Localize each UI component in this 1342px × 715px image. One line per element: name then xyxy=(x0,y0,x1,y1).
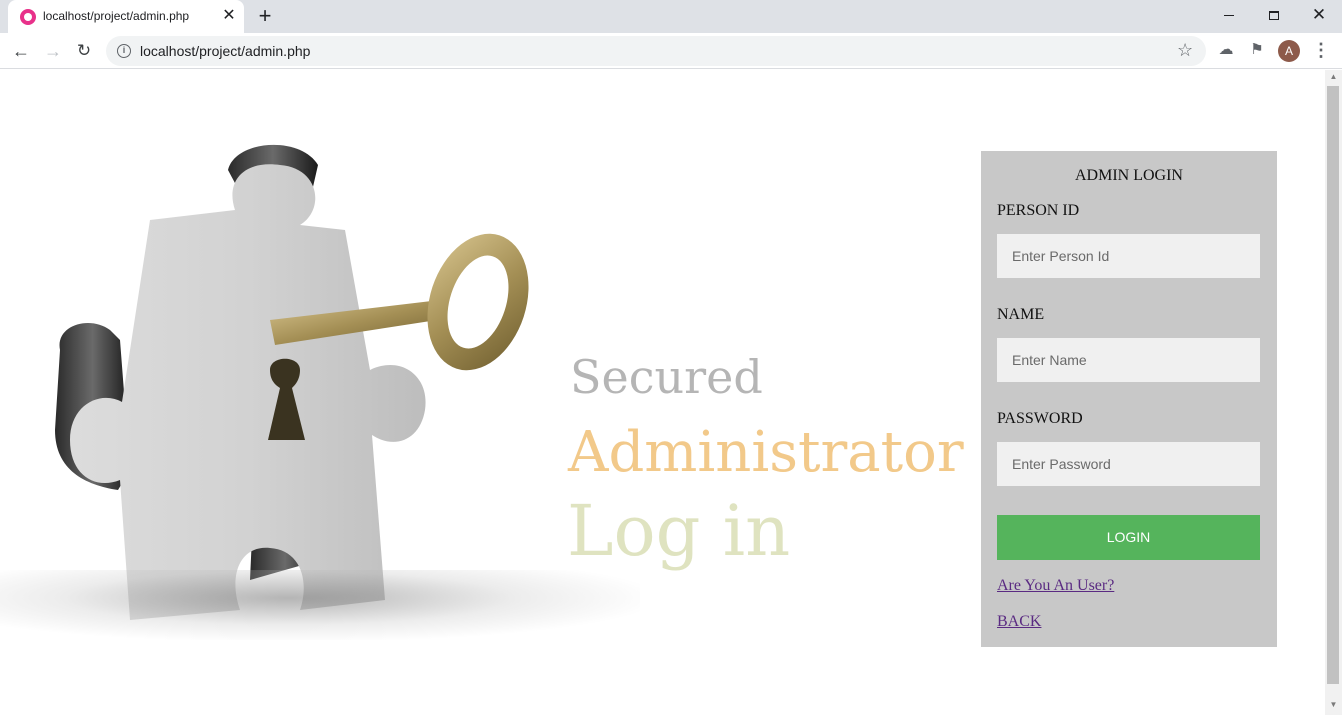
password-label: PASSWORD xyxy=(997,410,1083,427)
address-bar[interactable]: i localhost/project/admin.php ☆ xyxy=(106,36,1206,66)
browser-menu-icon[interactable]: ⋮ xyxy=(1311,38,1331,62)
puzzle-key-illustration xyxy=(0,140,640,640)
browser-toolbar: ← → ↻ i localhost/project/admin.php ☆ ☁ … xyxy=(0,33,1342,69)
site-info-icon[interactable]: i xyxy=(117,44,131,58)
extension-icon[interactable]: ☁ xyxy=(1214,38,1238,62)
scroll-up-arrow-icon[interactable]: ▲ xyxy=(1325,72,1342,84)
profile-avatar[interactable]: A xyxy=(1278,40,1300,62)
site-favicon-icon xyxy=(20,9,36,25)
puzzle-key-image xyxy=(55,144,529,620)
hero-text-login: Log in xyxy=(567,490,791,572)
browser-tab[interactable]: localhost/project/admin.php ✕ xyxy=(8,0,244,33)
reload-icon[interactable]: ↻ xyxy=(72,39,96,63)
url-text[interactable]: localhost/project/admin.php xyxy=(140,43,310,59)
person-id-label: PERSON ID xyxy=(997,202,1080,219)
password-input[interactable] xyxy=(997,442,1260,486)
new-tab-button[interactable]: + xyxy=(254,5,276,27)
back-link[interactable]: BACK xyxy=(997,613,1041,631)
login-title: ADMIN LOGIN xyxy=(1075,167,1183,184)
scroll-down-arrow-icon[interactable]: ▼ xyxy=(1325,700,1342,712)
scrollbar-thumb[interactable] xyxy=(1327,86,1339,684)
forward-arrow-icon[interactable]: → xyxy=(41,39,65,63)
name-input[interactable] xyxy=(997,338,1260,382)
window-maximize-button[interactable] xyxy=(1251,0,1297,30)
page-viewport: Secured Administrator Log in ADMIN LOGIN… xyxy=(0,70,1342,715)
user-login-link[interactable]: Are You An User? xyxy=(997,577,1114,595)
vertical-scrollbar[interactable]: ▲ ▼ xyxy=(1325,70,1342,715)
hero-text-administrator: Administrator xyxy=(568,420,964,485)
tab-title: localhost/project/admin.php xyxy=(43,9,190,23)
extensions-puzzle-icon[interactable]: ⚑ xyxy=(1245,38,1269,62)
window-close-button[interactable]: ✕ xyxy=(1296,0,1342,30)
tab-close-icon[interactable]: ✕ xyxy=(219,6,239,26)
illustration-shadow xyxy=(0,570,640,640)
back-arrow-icon[interactable]: ← xyxy=(9,39,33,63)
login-button[interactable]: LOGIN xyxy=(997,515,1260,560)
admin-login-panel: ADMIN LOGIN PERSON ID NAME PASSWORD LOGI… xyxy=(981,151,1277,647)
browser-tab-strip: localhost/project/admin.php ✕ + ✕ xyxy=(0,0,1342,33)
bookmark-star-icon[interactable]: ☆ xyxy=(1177,40,1193,61)
person-id-input[interactable] xyxy=(997,234,1260,278)
hero-text-secured: Secured xyxy=(570,350,763,404)
name-label: NAME xyxy=(997,306,1045,323)
window-minimize-button[interactable] xyxy=(1206,0,1252,30)
